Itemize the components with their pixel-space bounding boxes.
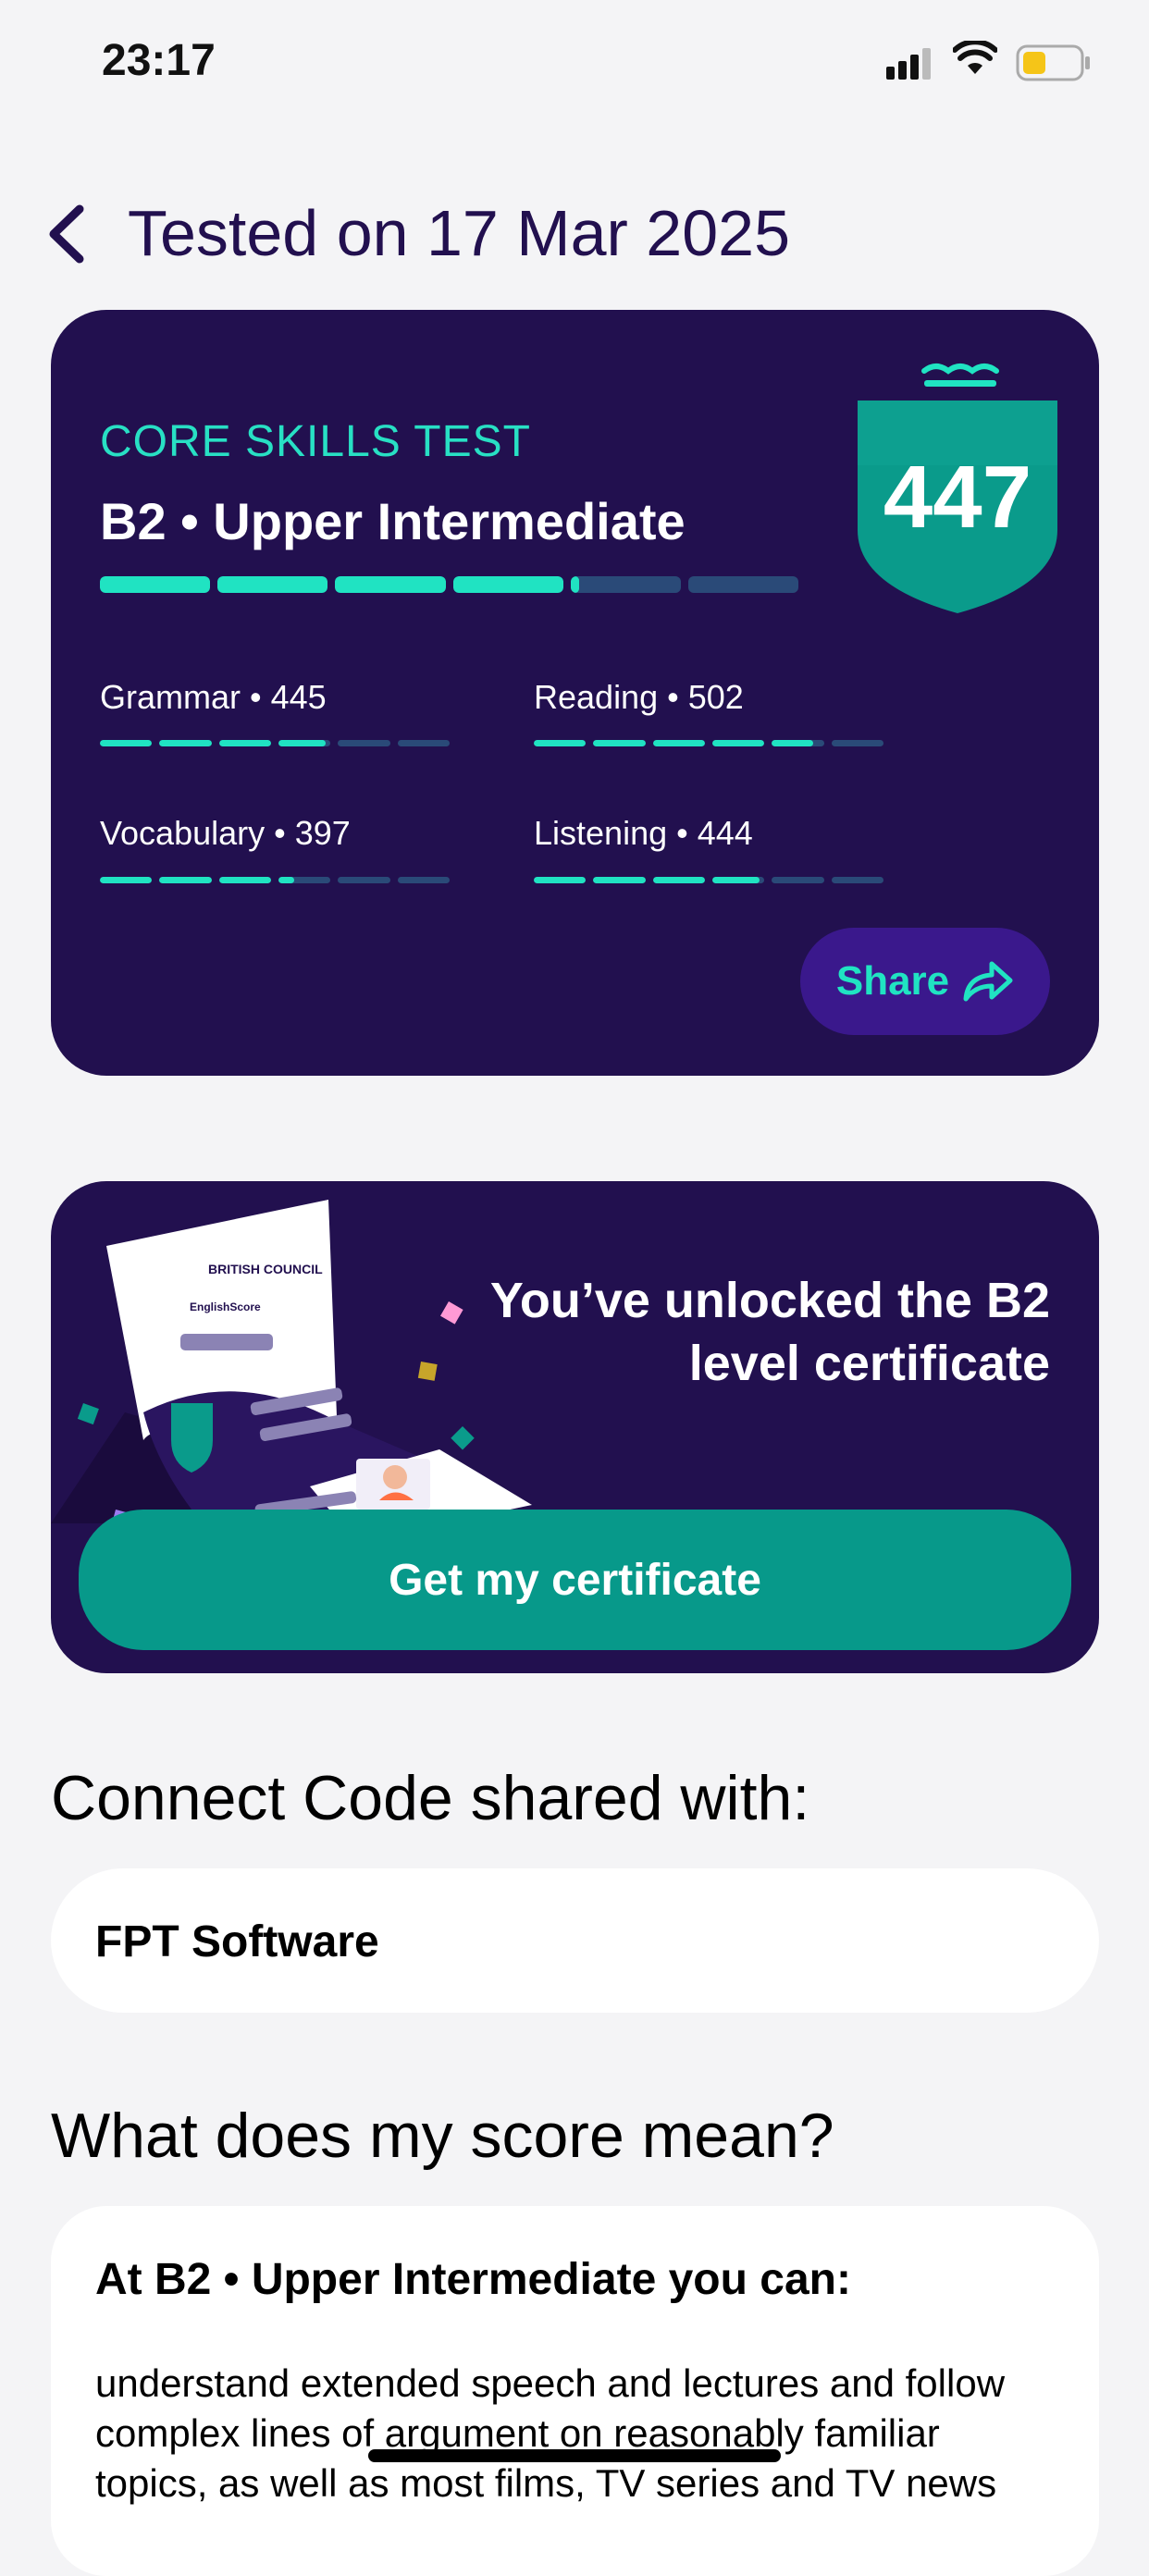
progress-fill (218, 877, 271, 883)
progress-segment (687, 576, 799, 593)
certificate-brand-1: BRITISH COUNCIL (208, 1262, 323, 1276)
progress-segment (772, 740, 824, 746)
home-indicator[interactable] (368, 2449, 781, 2462)
progress-fill (593, 877, 646, 883)
progress-fill (100, 576, 211, 593)
share-arrow-icon (963, 961, 1013, 1002)
progress-segment (278, 740, 331, 746)
progress-segment (534, 740, 587, 746)
progress-segment (218, 740, 271, 746)
progress-segment (593, 877, 646, 883)
progress-fill (570, 576, 580, 593)
progress-segment (159, 740, 212, 746)
score-meaning-title: At B2 • Upper Intermediate you can: (95, 2255, 851, 2304)
progress-segment (652, 877, 705, 883)
progress-segment (711, 877, 765, 883)
certificate-brand-2: EnglishScore (190, 1300, 261, 1313)
progress-segment (338, 740, 390, 746)
progress-segment (335, 576, 446, 593)
progress-fill (335, 576, 446, 593)
status-bar: 23:17 (0, 0, 1149, 129)
back-chevron-icon[interactable] (44, 202, 91, 266)
progress-segment (397, 740, 450, 746)
connect-code-heading: Connect Code shared with: (51, 1763, 810, 1833)
progress-segment (100, 877, 153, 883)
progress-segment (831, 877, 883, 883)
progress-fill (100, 877, 153, 883)
progress-segment (397, 877, 450, 883)
progress-fill (218, 740, 271, 746)
listening-label: Listening • 444 (534, 814, 753, 852)
progress-fill (711, 740, 765, 746)
certificate-message: You’ve unlocked the B2 level certificate (489, 1273, 1050, 1391)
page-title: Tested on 17 Mar 2025 (128, 197, 791, 269)
test-name: CORE SKILLS TEST (100, 417, 531, 466)
progress-segment (711, 740, 765, 746)
progress-segment (159, 877, 212, 883)
progress-fill (217, 576, 328, 593)
overall-progress-bar (100, 576, 799, 593)
progress-segment (100, 740, 153, 746)
progress-fill (278, 877, 294, 883)
progress-fill (534, 740, 587, 746)
progress-fill (534, 877, 587, 883)
reading-label: Reading • 502 (534, 678, 744, 716)
share-label: Share (835, 958, 950, 1004)
progress-segment (452, 576, 563, 593)
progress-fill (278, 740, 326, 746)
progress-fill (593, 740, 646, 746)
progress-fill (452, 576, 563, 593)
progress-segment (338, 877, 390, 883)
progress-segment (772, 877, 824, 883)
connect-code-company-item[interactable]: FPT Software (51, 1868, 1099, 2013)
grammar-progress-bar (100, 740, 450, 746)
get-certificate-button[interactable]: Get my certificate (79, 1510, 1071, 1650)
progress-segment (534, 877, 587, 883)
vocabulary-label: Vocabulary • 397 (100, 814, 351, 852)
cellular-signal-icon (886, 48, 931, 80)
progress-fill (100, 740, 153, 746)
score-meaning-card: At B2 • Upper Intermediate you can: unde… (51, 2206, 1099, 2576)
reading-progress-bar (534, 740, 883, 746)
progress-segment (278, 877, 331, 883)
listening-progress-bar (534, 877, 883, 883)
progress-segment (652, 740, 705, 746)
battery-icon (1016, 44, 1090, 81)
progress-segment (593, 740, 646, 746)
overall-score: 447 (883, 448, 1032, 547)
status-time: 23:17 (102, 36, 216, 85)
grammar-label: Grammar • 445 (100, 678, 327, 716)
company-name: FPT Software (95, 1917, 379, 1966)
progress-segment (831, 740, 883, 746)
score-meaning-heading: What does my score mean? (51, 2101, 834, 2171)
progress-segment (100, 576, 211, 593)
progress-fill (772, 740, 814, 746)
wifi-icon (953, 41, 997, 74)
level-title: B2 • Upper Intermediate (100, 492, 686, 550)
share-button[interactable]: Share (800, 928, 1050, 1035)
score-card: CORE SKILLS TEST B2 • Upper Intermediate… (51, 310, 1099, 1076)
progress-fill (159, 877, 212, 883)
progress-fill (711, 877, 760, 883)
progress-segment (218, 877, 271, 883)
progress-segment (570, 576, 681, 593)
certificate-card: BRITISH COUNCIL EnglishScore You’ve unlo… (51, 1181, 1099, 1673)
vocabulary-progress-bar (100, 877, 450, 883)
progress-fill (652, 877, 705, 883)
progress-fill (652, 740, 705, 746)
progress-segment (217, 576, 328, 593)
progress-fill (159, 740, 212, 746)
